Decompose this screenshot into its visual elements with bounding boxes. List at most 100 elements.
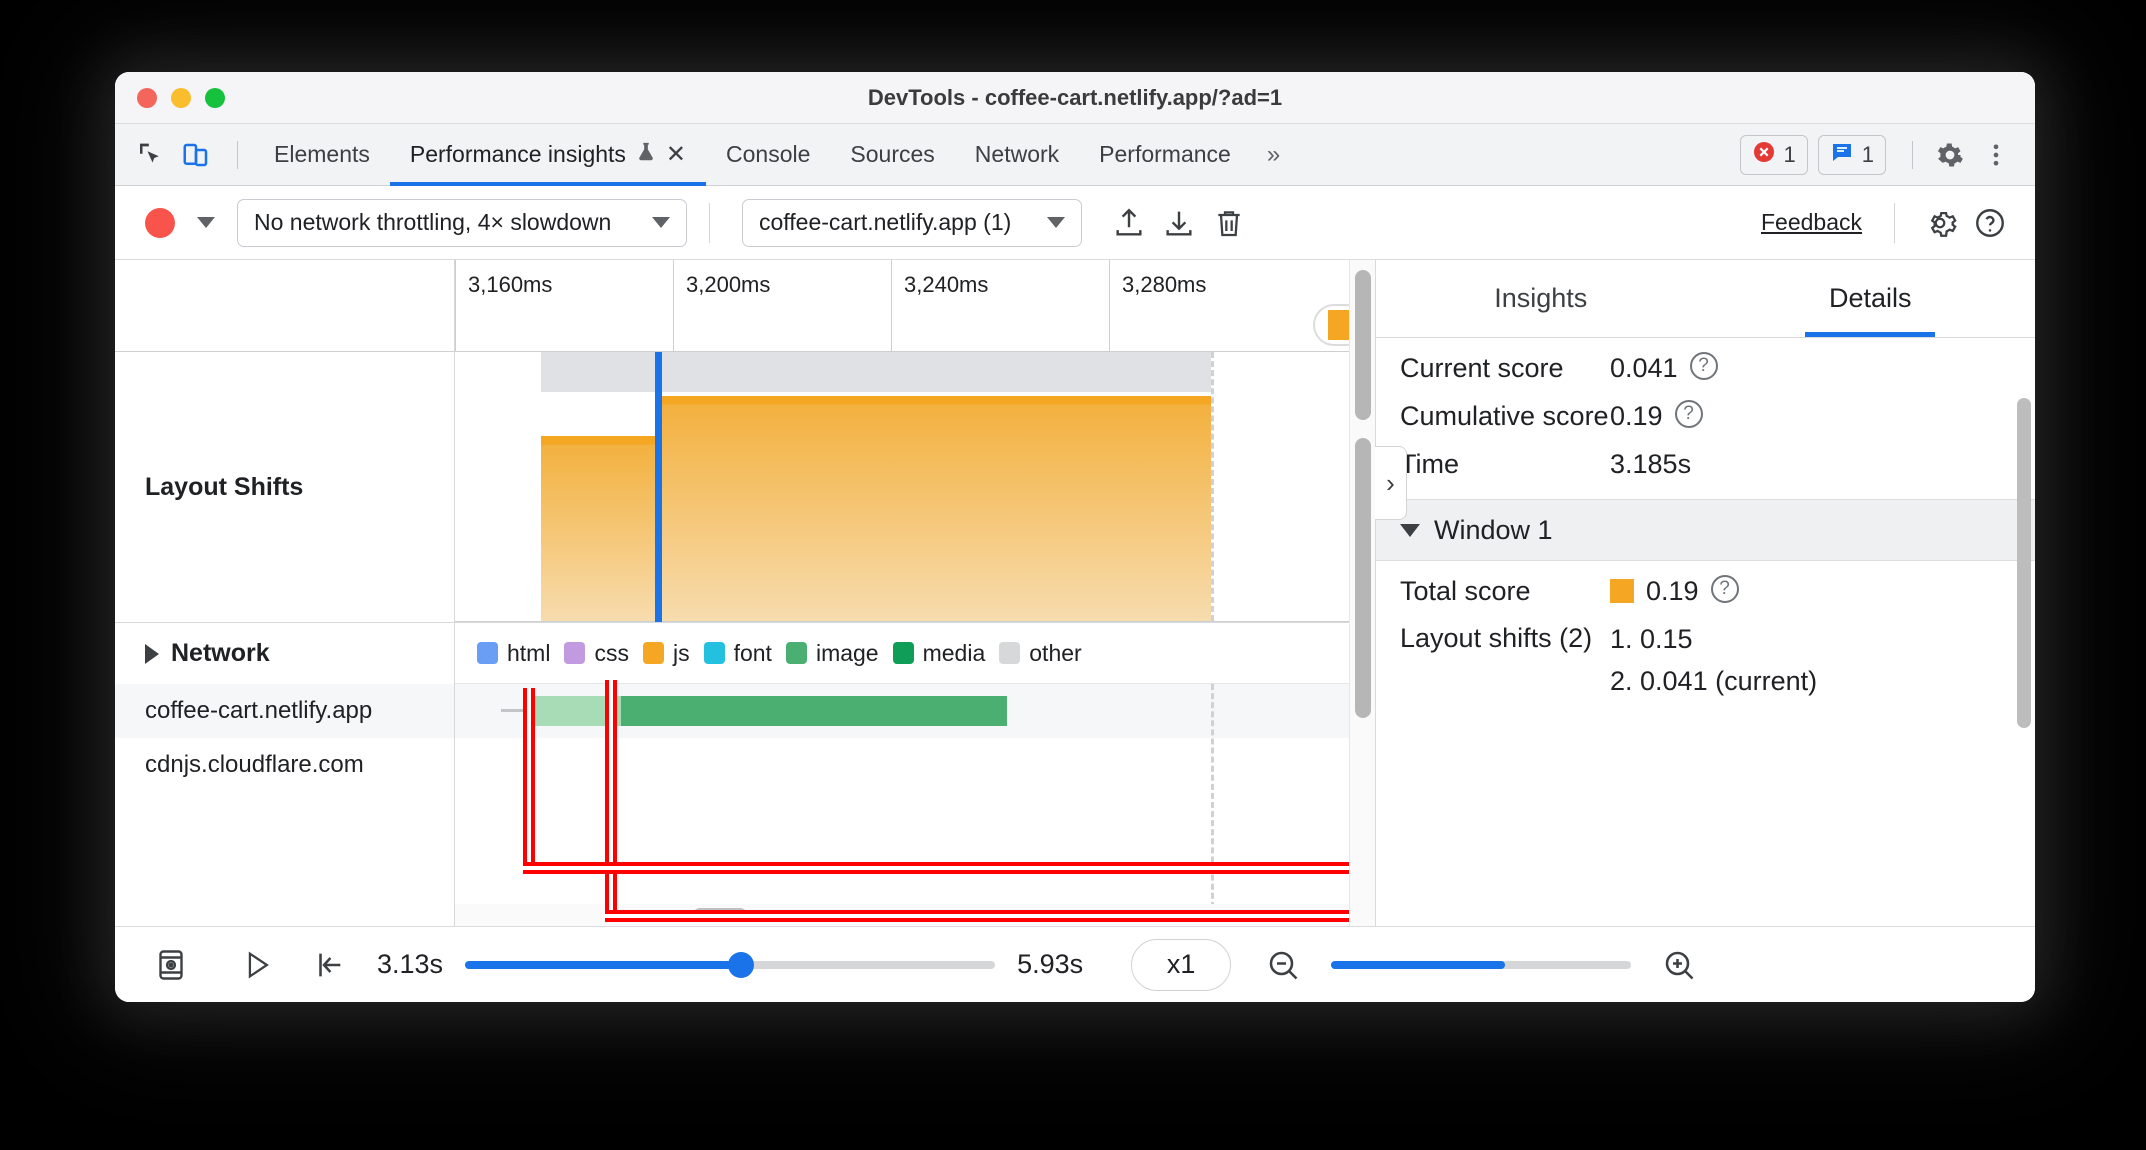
throttling-select[interactable]: No network throttling, 4× slowdown [237,198,687,247]
track-name-network[interactable]: Network [115,622,454,684]
legend-item-font: font [703,639,772,667]
legend-item-js: js [642,639,690,667]
detail-value: 3.185s [1610,448,1692,479]
legend-label: font [733,639,772,666]
help-icon[interactable]: ? [1689,352,1718,380]
timeline-pane: Layout Shifts Network coffee-cart.netlif… [115,260,1375,926]
download-icon[interactable] [1156,200,1202,246]
layout-shift-entry-2[interactable]: 2. 0.041 (current) [1610,665,1817,699]
expand-sidebar-button[interactable]: › [1375,446,1407,520]
record-button[interactable] [145,207,175,238]
annotation-line-horizontal-2 [605,910,1349,922]
layout-shifts-track[interactable] [455,352,1349,622]
tab-network[interactable]: Network [955,124,1079,186]
tab-label: Sources [850,141,935,167]
detail-key: Total score [1400,576,1531,607]
request-bar-1[interactable] [529,696,1007,726]
table-row[interactable] [455,738,1349,792]
details-scrollbar[interactable] [2017,398,2031,728]
help-icon[interactable] [1967,200,2013,246]
chevron-right-icon [145,643,159,664]
feedback-link[interactable]: Feedback [1761,209,1862,236]
gear-icon[interactable] [1917,200,1963,246]
tab-label: Elements [274,141,370,167]
legend-item-other: other [999,639,1082,667]
help-icon[interactable]: ? [1710,575,1739,604]
timeline-ruler[interactable]: 3,160ms 3,200ms 3,240ms 3,280ms [455,260,1349,352]
network-legend: html css js font image media other [455,622,1349,684]
legend-label: html [507,639,551,666]
detail-key: Layout shifts (2) [1400,623,1593,653]
track-name-column: Layout Shifts Network coffee-cart.netlif… [115,260,455,926]
zoom-in-icon[interactable] [1653,939,1705,991]
minimize-window-button[interactable] [171,87,191,108]
window-section-header[interactable]: Window 1 [1376,499,2035,562]
tab-label: Details [1828,283,1912,313]
kebab-menu-icon[interactable] [1975,134,2017,176]
request-row-label-2[interactable]: cdnjs.cloudflare.com [115,738,454,792]
help-icon[interactable]: ? [1674,399,1703,428]
more-tabs-icon[interactable]: » [1251,141,1293,169]
legend-item-css: css [564,640,629,667]
tab-elements[interactable]: Elements [254,124,390,186]
tab-insights[interactable]: Insights [1376,260,1706,337]
message-count: 1 [1861,141,1874,167]
timeline-vertical-scrollbar[interactable] [1349,260,1375,926]
tab-console[interactable]: Console [706,124,830,186]
details-pane: › Insights Details Current score 0.041 ? [1375,260,2035,926]
play-icon[interactable] [231,939,283,991]
trash-icon[interactable] [1206,200,1252,246]
cluster-end-marker-3 [1211,684,1214,926]
inspect-element-icon[interactable] [129,134,171,176]
filmstrip-icon[interactable] [145,939,197,991]
tab-label: Performance insights [409,141,626,167]
legend-label: media [922,639,986,666]
detail-key: Cumulative score [1400,400,1609,431]
tab-performance[interactable]: Performance [1079,124,1251,186]
track-name-layout-shifts[interactable]: Layout Shifts [115,352,454,622]
legend-label: other [1029,639,1082,666]
layout-shift-entry-1[interactable]: 1. 0.15 [1610,623,1693,657]
scrollbar-thumb[interactable] [1355,270,1371,420]
tab-details[interactable]: Details [1706,260,2036,337]
record-options-dropdown[interactable] [189,206,223,240]
selected-shift-marker [655,352,662,622]
screenshot-root: DevTools - coffee-cart.netlify.app/?ad=1… [0,0,2146,1150]
playback-speed-button[interactable]: x1 [1131,938,1232,991]
gear-icon[interactable] [1929,134,1971,176]
legend-label: js [672,639,690,666]
table-row[interactable] [455,684,1349,738]
detail-row-cumulative-score: Cumulative score 0.19 ? [1376,386,2035,434]
close-window-button[interactable] [137,87,157,108]
scrollbar-thumb-2[interactable] [1355,438,1371,718]
playback-controls: 3.13s 5.93s x1 [115,926,2035,1002]
zoom-slider[interactable] [1331,960,1632,969]
window-title: DevTools - coffee-cart.netlify.app/?ad=1 [867,84,1283,110]
layout-shift-bar-2[interactable] [657,396,1211,621]
layout-shift-bar-1[interactable] [541,436,657,621]
devtools-tabbar: Elements Performance insights ✕ Console … [115,124,2035,186]
tab-sources[interactable]: Sources [830,124,954,186]
layout-shift-cluster-marker[interactable] [1313,304,1349,346]
main-content: Layout Shifts Network coffee-cart.netlif… [115,260,2035,926]
jump-to-start-icon[interactable] [303,939,355,991]
request-row-label-1[interactable]: coffee-cart.netlify.app [115,684,454,738]
tab-performance-insights[interactable]: Performance insights ✕ [389,124,707,186]
experiment-flask-icon [635,140,657,170]
ruler-spacer [115,260,454,352]
device-toolbar-icon[interactable] [175,134,217,176]
legend-item-media: media [892,639,986,667]
upload-icon[interactable] [1106,200,1152,246]
network-request-rows [455,684,1349,926]
tab-label: Network [974,141,1060,167]
close-icon[interactable]: ✕ [666,142,686,167]
slider-knob[interactable] [727,951,754,978]
error-count-badge[interactable]: 1 [1739,134,1808,175]
error-icon [1752,140,1776,170]
page-select[interactable]: coffee-cart.netlify.app (1) [742,198,1082,247]
zoom-out-icon[interactable] [1257,939,1309,991]
request-url: cdnjs.cloudflare.com [145,751,364,778]
zoom-window-button[interactable] [205,87,225,108]
playhead-slider[interactable] [465,951,996,978]
message-count-badge[interactable]: 1 [1817,134,1886,175]
